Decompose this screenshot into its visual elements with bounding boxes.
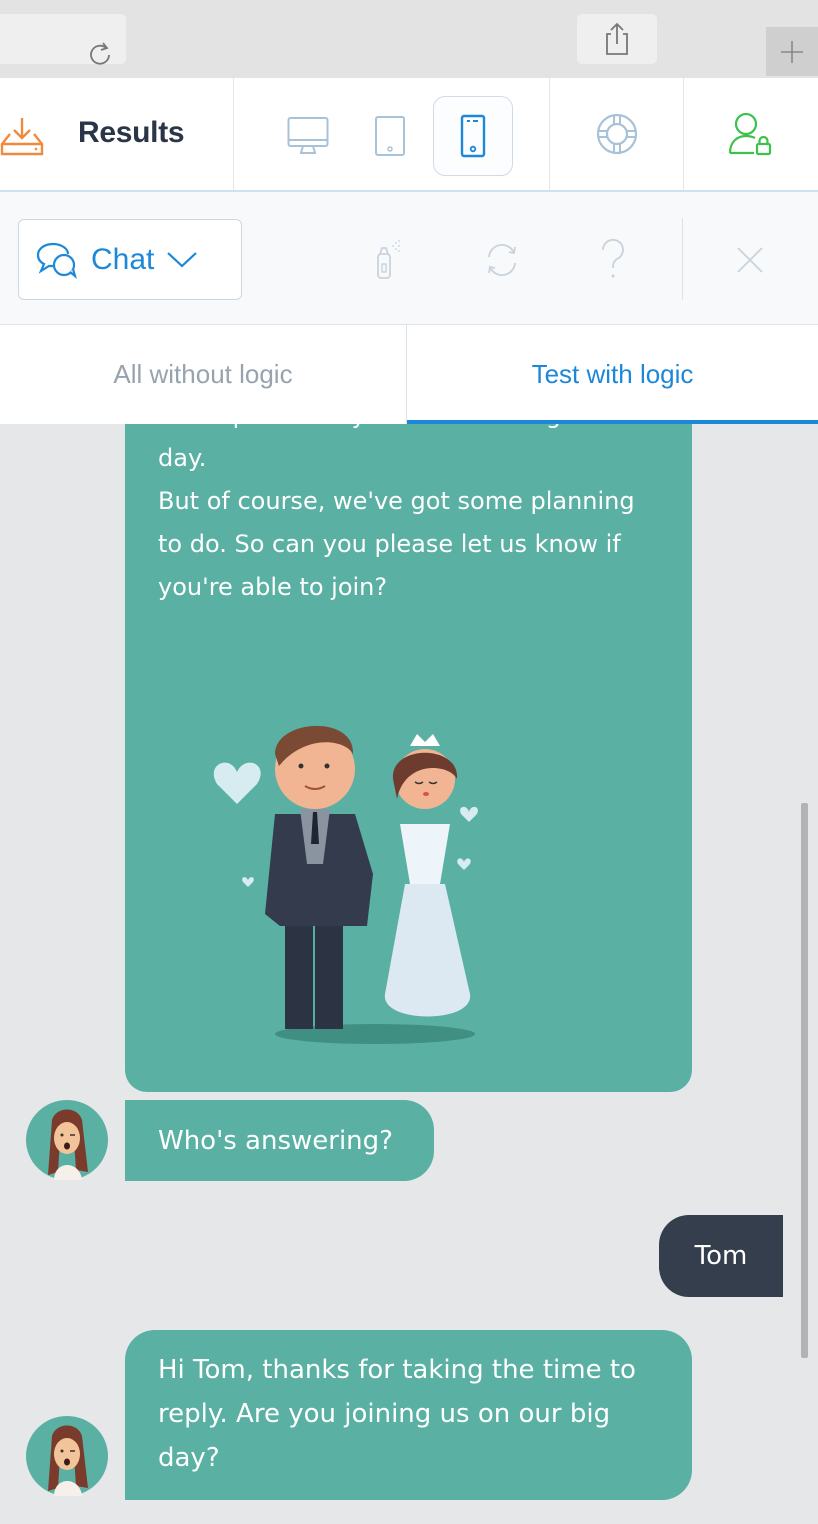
message-line: you're able to join? xyxy=(158,573,388,601)
message-line: We hope to see you all on our big xyxy=(158,424,668,437)
message-line: But of course, we've got some planning xyxy=(158,487,635,515)
lifebuoy-icon[interactable] xyxy=(595,112,639,156)
chat-bubbles-icon xyxy=(36,242,78,279)
close-button[interactable] xyxy=(730,236,770,284)
app-header: Results xyxy=(0,78,818,192)
chevron-down-icon xyxy=(167,251,198,268)
mobile-icon xyxy=(460,114,486,158)
bot-avatar xyxy=(26,1100,108,1180)
plus-icon xyxy=(781,40,803,63)
share-button[interactable] xyxy=(577,14,657,64)
message-line: to do. So can you please let us know if xyxy=(158,530,621,558)
tablet-view-button[interactable] xyxy=(350,96,430,176)
mode-label: Chat xyxy=(91,242,155,276)
app-root: Results Chat All without logic Test with… xyxy=(0,0,818,1524)
bot-message-text: We hope to see you all on our big day. B… xyxy=(158,424,668,609)
avatar-girl-icon xyxy=(26,1100,108,1180)
help-button[interactable] xyxy=(593,236,633,284)
toolbar-divider xyxy=(682,218,683,300)
wedding-couple-illustration xyxy=(213,725,478,1044)
user-message: Tom xyxy=(659,1215,783,1297)
bot-message: Hi Tom, thanks for taking the time to re… xyxy=(125,1330,692,1500)
chat-conversation[interactable]: We hope to see you all on our big day. B… xyxy=(0,424,818,1524)
share-icon xyxy=(606,22,628,55)
address-bar[interactable] xyxy=(0,14,126,65)
new-tab-button[interactable] xyxy=(766,27,818,76)
tab-test-with-logic[interactable]: Test with logic xyxy=(407,325,818,424)
close-icon xyxy=(737,247,763,273)
results-section: Results xyxy=(0,78,234,190)
restart-button[interactable] xyxy=(482,236,522,284)
desktop-view-button[interactable] xyxy=(268,96,348,176)
mode-dropdown[interactable]: Chat xyxy=(18,219,242,300)
preview-toolbar: Chat xyxy=(0,192,818,325)
bot-avatar xyxy=(26,1416,108,1496)
device-switcher xyxy=(234,78,550,190)
account-section xyxy=(684,78,818,190)
bot-message: Who's answering? xyxy=(125,1100,434,1181)
tab-all-without-logic[interactable]: All without logic xyxy=(0,325,407,424)
message-line: day. xyxy=(158,444,207,472)
tablet-icon xyxy=(375,116,405,156)
spray-icon xyxy=(377,240,400,279)
mobile-view-button[interactable] xyxy=(433,96,513,176)
page-title: Results xyxy=(78,116,185,149)
reload-icon[interactable] xyxy=(86,40,114,68)
test-mode-tabs: All without logic Test with logic xyxy=(0,325,818,424)
user-lock-icon[interactable] xyxy=(728,111,774,157)
clear-button[interactable] xyxy=(368,236,408,284)
browser-toolbar xyxy=(0,0,818,424)
chat-scrollbar[interactable] xyxy=(801,803,808,1358)
download-tray-icon xyxy=(0,118,44,156)
desktop-icon xyxy=(287,117,329,154)
refresh-icon xyxy=(488,244,516,276)
help-icon xyxy=(602,238,624,278)
support-section xyxy=(550,78,684,190)
avatar-girl-icon xyxy=(26,1416,108,1496)
